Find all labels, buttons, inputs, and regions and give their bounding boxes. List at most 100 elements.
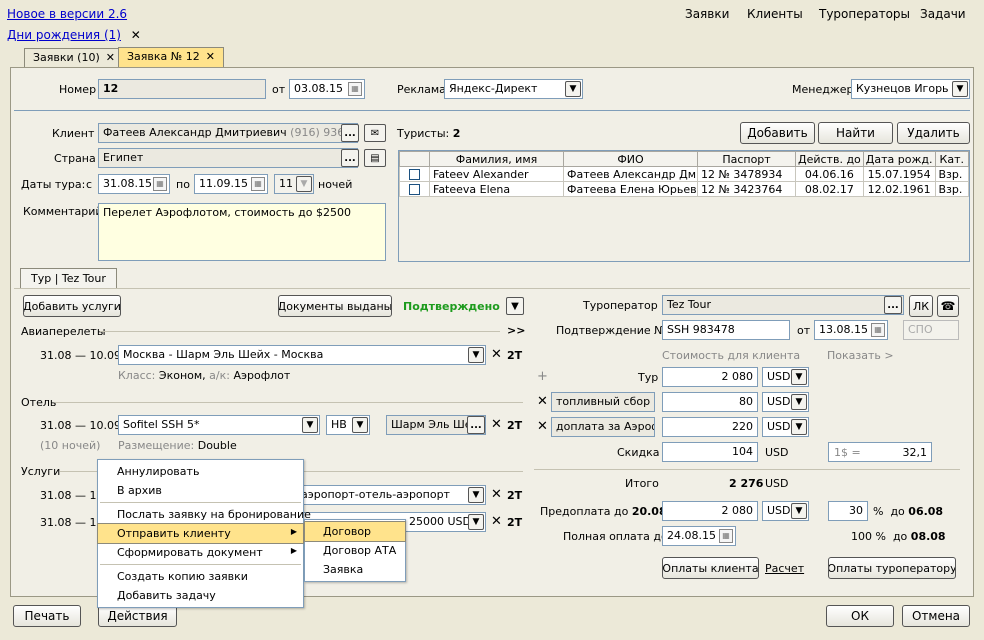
tab-order-12[interactable]: Заявка № 12 ✕ — [118, 47, 224, 68]
chevron-down-icon[interactable]: ▼ — [468, 487, 484, 503]
remove-tourist-button[interactable]: Удалить — [897, 122, 970, 144]
ad-select[interactable]: Яндекс-Директ ▼ — [444, 79, 583, 99]
menu-item-add-task[interactable]: Добавить задачу — [98, 586, 303, 605]
country-field[interactable]: Египет — [98, 148, 358, 168]
delete-icon[interactable]: ✕ — [491, 487, 502, 502]
expand-button[interactable]: >> — [507, 324, 525, 337]
chevron-down-icon[interactable]: ▼ — [506, 297, 524, 315]
chevron-down-icon[interactable]: ▼ — [791, 419, 807, 435]
chevron-down-icon[interactable]: ▼ — [791, 394, 807, 410]
operator-field[interactable]: Tez Tour — [662, 295, 904, 315]
table-row[interactable]: Fateev Alexander Фатеев Александр Дм... … — [399, 166, 969, 182]
row-checkbox[interactable] — [409, 184, 420, 195]
nights-select[interactable]: 11 ▼ — [274, 174, 314, 194]
keyboard-icon[interactable]: ▤ — [364, 149, 386, 167]
hotel-city-lookup-button[interactable]: ... — [467, 416, 485, 434]
delete-icon[interactable]: ✕ — [491, 514, 502, 529]
chevron-down-icon[interactable]: ▼ — [468, 514, 484, 530]
chevron-down-icon[interactable]: ▼ — [791, 369, 807, 385]
delete-icon[interactable]: ✕ — [537, 394, 548, 409]
delete-icon[interactable]: ✕ — [491, 417, 502, 432]
nav-clients[interactable]: Клиенты — [747, 7, 803, 21]
close-icon[interactable]: ✕ — [206, 50, 215, 63]
column-header[interactable] — [399, 151, 430, 167]
extra-price-field[interactable]: 220 — [662, 417, 758, 437]
menu-item-archive[interactable]: В архив — [98, 481, 303, 500]
birthdays-item[interactable]: Дни рождения (1) ✕ — [7, 28, 141, 42]
close-icon[interactable]: ✕ — [106, 51, 115, 64]
fullpay-date-field[interactable]: 24.08.15 ▦ — [662, 526, 736, 546]
nav-operators[interactable]: Туроператоры — [819, 7, 910, 21]
chevron-down-icon[interactable]: ▼ — [791, 503, 807, 519]
print-button[interactable]: Печать — [13, 605, 81, 627]
menu-item-cancel-order[interactable]: Аннулировать — [98, 462, 303, 481]
actions-button[interactable]: Действия — [98, 605, 177, 627]
spo-field[interactable]: СПО — [903, 320, 959, 340]
submenu-item-contract[interactable]: Договор — [304, 521, 406, 542]
mail-icon[interactable]: ✉ — [364, 124, 386, 142]
operator-lookup-button[interactable]: ... — [884, 296, 902, 314]
discount-field[interactable]: 104 — [662, 442, 758, 462]
add-services-button[interactable]: Добавить услуги — [23, 295, 121, 317]
chevron-down-icon[interactable]: ▼ — [565, 81, 581, 97]
table-row[interactable]: Fateeva Elena Фатеева Елена Юрьевна 12 №… — [399, 181, 969, 197]
chevron-down-icon[interactable]: ▼ — [302, 417, 318, 433]
chevron-down-icon[interactable]: ▼ — [352, 417, 368, 433]
operator-payments-button[interactable]: Оплаты туроператору — [828, 557, 956, 579]
nav-tasks[interactable]: Задачи — [920, 7, 966, 21]
prepay-percent-field[interactable]: 30 — [828, 501, 868, 521]
submenu-item-contract-ata[interactable]: Договор АТА — [305, 541, 405, 560]
menu-item-send-booking[interactable]: Послать заявку на бронирование — [98, 505, 311, 524]
rate-field[interactable]: 1$ = 32,1 — [828, 442, 932, 462]
currency-select[interactable]: USD ▼ — [762, 367, 809, 387]
fuel-price-field[interactable]: 80 — [662, 392, 758, 412]
client-lookup-button[interactable]: ... — [341, 124, 359, 142]
column-header[interactable]: Паспорт — [697, 151, 796, 167]
delete-icon[interactable]: ✕ — [537, 419, 548, 434]
currency-select[interactable]: USD ▼ — [762, 417, 809, 437]
whats-new-link[interactable]: Новое в версии 2.6 — [7, 7, 127, 21]
close-icon[interactable]: ✕ — [131, 28, 141, 42]
conf-date-field[interactable]: 13.08.15 ▦ — [814, 320, 888, 340]
show-link[interactable]: Показать > — [827, 349, 894, 362]
cancel-button[interactable]: Отмена — [902, 605, 970, 627]
date-to-field[interactable]: 11.09.15 ▦ — [194, 174, 268, 194]
chevron-down-icon[interactable]: ▼ — [296, 176, 312, 192]
delete-icon[interactable]: ✕ — [491, 347, 502, 362]
docs-issued-button[interactable]: Документы выданы — [278, 295, 392, 317]
calendar-icon[interactable]: ▦ — [153, 177, 167, 191]
country-lookup-button[interactable]: ... — [341, 149, 359, 167]
calendar-icon[interactable]: ▦ — [251, 177, 265, 191]
board-select[interactable]: HB ▼ — [326, 415, 370, 435]
chevron-down-icon[interactable]: ▼ — [468, 347, 484, 363]
tab-orders[interactable]: Заявки (10) ✕ — [24, 48, 124, 68]
comment-field[interactable]: Перелет Аэрофлотом, стоимость до $2500 — [98, 203, 386, 261]
date-from-field[interactable]: 31.08.15 ▦ — [98, 174, 170, 194]
fuel-label-field[interactable]: топливный сбор — [551, 392, 655, 412]
column-header[interactable]: ФИО — [563, 151, 698, 167]
ok-button[interactable]: ОК — [826, 605, 894, 627]
currency-select[interactable]: USD ▼ — [762, 501, 809, 521]
currency-select[interactable]: USD ▼ — [762, 392, 809, 412]
add-tourist-button[interactable]: Добавить — [740, 122, 815, 144]
client-payments-button[interactable]: Оплаты клиента — [662, 557, 759, 579]
confirmation-field[interactable]: SSH 983478 — [662, 320, 790, 340]
flight-select[interactable]: Москва - Шарм Эль Шейх - Москва ▼ — [118, 345, 486, 365]
row-checkbox[interactable] — [409, 169, 420, 180]
manager-select[interactable]: Кузнецов Игорь ▼ — [851, 79, 970, 99]
chevron-down-icon[interactable]: ▼ — [952, 81, 968, 97]
calc-link[interactable]: Расчет — [765, 562, 804, 575]
tab-tour[interactable]: Тур | Tez Tour — [20, 268, 117, 289]
column-header[interactable]: Фамилия, имя — [429, 151, 564, 167]
calendar-icon[interactable]: ▦ — [348, 82, 362, 96]
column-header[interactable]: Дата рожд. — [862, 151, 936, 167]
calendar-icon[interactable]: ▦ — [871, 323, 885, 337]
column-header[interactable]: Кат. — [934, 151, 969, 167]
order-date-field[interactable]: 03.08.15 ▦ — [289, 79, 365, 99]
hotel-select[interactable]: Sofitel SSH 5* ▼ — [118, 415, 320, 435]
calendar-icon[interactable]: ▦ — [719, 529, 733, 543]
menu-item-send-to-client[interactable]: Отправить клиенту ▶ — [97, 523, 304, 544]
find-tourist-button[interactable]: Найти — [818, 122, 893, 144]
client-field[interactable]: Фатеев Александр Дмитриевич (916) 936-34… — [98, 123, 358, 143]
phone-icon[interactable]: ☎ — [937, 295, 959, 317]
